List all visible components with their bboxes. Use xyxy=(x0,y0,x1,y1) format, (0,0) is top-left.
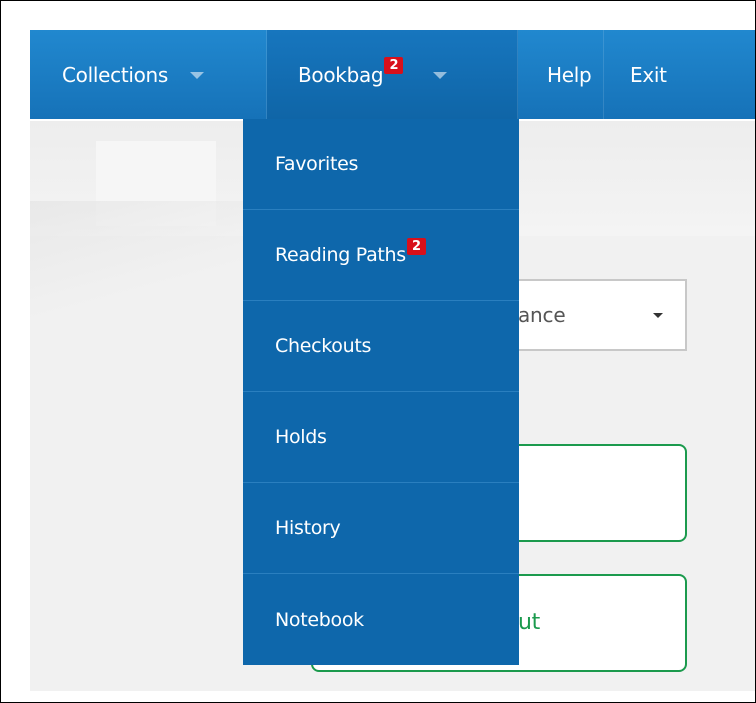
screenshot-frame: ance ut Collections Bookbag 2 Help Exit F… xyxy=(0,0,756,703)
menu-item-favorites[interactable]: Favorites xyxy=(243,119,519,210)
nav-collections[interactable]: Collections xyxy=(30,30,267,119)
reading-paths-count-badge: 2 xyxy=(406,237,426,255)
menu-item-label: Favorites xyxy=(275,153,359,175)
nav-exit-label: Exit xyxy=(630,62,667,87)
menu-item-label: Checkouts xyxy=(275,335,372,357)
nav-bookbag[interactable]: Bookbag 2 xyxy=(267,30,518,119)
nav-exit[interactable]: Exit xyxy=(604,30,755,119)
outline-button-2-label: ut xyxy=(518,610,540,635)
bookbag-dropdown-menu: Favorites Reading Paths 2 Checkouts Holds… xyxy=(243,119,519,665)
nav-help-label: Help xyxy=(547,62,592,87)
top-navbar: Collections Bookbag 2 Help Exit xyxy=(30,30,755,119)
nav-collections-label: Collections xyxy=(62,62,169,87)
menu-item-reading-paths[interactable]: Reading Paths 2 xyxy=(243,210,519,301)
nav-help[interactable]: Help xyxy=(518,30,604,119)
menu-item-history[interactable]: History xyxy=(243,483,519,574)
bookbag-count-badge: 2 xyxy=(384,57,404,74)
menu-item-holds[interactable]: Holds xyxy=(243,392,519,483)
menu-item-checkouts[interactable]: Checkouts xyxy=(243,301,519,392)
menu-item-notebook[interactable]: Notebook xyxy=(243,574,519,665)
sort-select-value: ance xyxy=(518,303,566,327)
chevron-down-icon xyxy=(190,72,205,79)
chevron-down-icon xyxy=(433,72,448,79)
menu-item-label: Holds xyxy=(275,426,327,448)
nav-bookbag-label: Bookbag xyxy=(298,62,384,87)
menu-item-label: Notebook xyxy=(275,608,364,631)
menu-item-label: History xyxy=(275,517,341,539)
select-caret-icon xyxy=(653,313,663,318)
menu-item-label: Reading Paths xyxy=(275,244,406,266)
